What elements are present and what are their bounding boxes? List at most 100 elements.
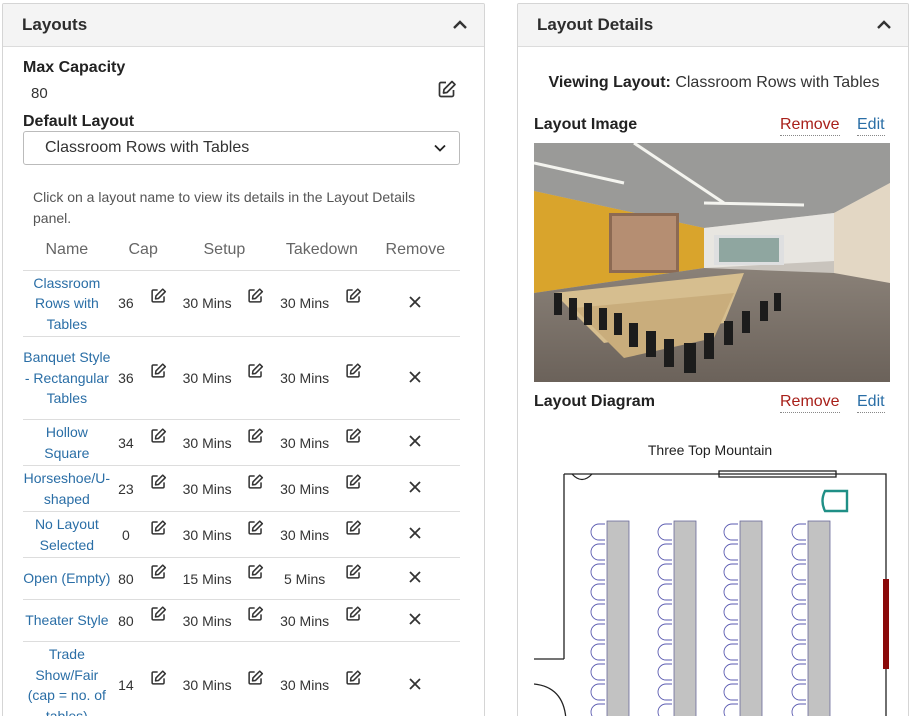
edit-setup-cell[interactable]	[238, 511, 274, 558]
diagram-table	[739, 520, 763, 716]
edit-icon[interactable]	[247, 287, 264, 304]
edit-cap-cell[interactable]	[141, 465, 176, 512]
diagram-chair	[791, 603, 806, 621]
layout-image-label: Layout Image	[534, 116, 638, 133]
max-capacity-value: 80	[31, 85, 48, 102]
edit-icon[interactable]	[247, 669, 264, 686]
edit-icon[interactable]	[247, 519, 264, 536]
default-layout-label: Default Layout	[23, 113, 135, 130]
edit-icon[interactable]	[345, 362, 362, 379]
layouts-panel-header[interactable]: Layouts	[3, 4, 484, 47]
layout-name-link[interactable]: Open (Empty)	[23, 557, 111, 600]
layout-name-link[interactable]: Theater Style	[23, 599, 111, 642]
remove-layout-cell[interactable]	[370, 599, 460, 642]
edit-setup-cell[interactable]	[238, 599, 274, 642]
edit-icon[interactable]	[150, 519, 167, 536]
remove-layout-cell[interactable]	[370, 336, 460, 420]
layout-cap: 0	[110, 511, 142, 558]
close-icon[interactable]	[408, 570, 422, 584]
edit-setup-cell[interactable]	[238, 270, 274, 337]
layout-details-header[interactable]: Layout Details	[518, 4, 908, 47]
chevron-up-icon[interactable]	[450, 15, 470, 35]
edit-takedown-cell[interactable]	[336, 641, 371, 716]
edit-icon[interactable]	[150, 362, 167, 379]
edit-setup-cell[interactable]	[238, 465, 274, 512]
edit-diagram-link[interactable]: Edit	[857, 393, 885, 413]
edit-icon[interactable]	[437, 79, 457, 99]
edit-image-link[interactable]: Edit	[857, 116, 885, 136]
edit-icon[interactable]	[345, 605, 362, 622]
diagram-table	[673, 520, 697, 716]
edit-icon[interactable]	[150, 473, 167, 490]
edit-cap-cell[interactable]	[141, 557, 176, 600]
edit-setup-cell[interactable]	[238, 641, 274, 716]
remove-layout-cell[interactable]	[370, 511, 460, 558]
layout-cap: 23	[110, 465, 142, 512]
edit-icon[interactable]	[345, 287, 362, 304]
edit-setup-cell[interactable]	[238, 419, 274, 466]
chevron-up-icon[interactable]	[874, 15, 894, 35]
edit-icon[interactable]	[345, 427, 362, 444]
edit-cap-cell[interactable]	[141, 511, 176, 558]
layout-name-link[interactable]: Banquet Style - Rectangular Tables	[23, 336, 111, 420]
edit-icon[interactable]	[150, 669, 167, 686]
edit-takedown-cell[interactable]	[336, 465, 371, 512]
remove-layout-cell[interactable]	[370, 557, 460, 600]
edit-icon[interactable]	[345, 669, 362, 686]
edit-takedown-cell[interactable]	[336, 557, 371, 600]
chevron-down-icon	[434, 144, 446, 152]
edit-icon[interactable]	[247, 563, 264, 580]
edit-icon[interactable]	[247, 473, 264, 490]
edit-icon[interactable]	[247, 427, 264, 444]
edit-cap-cell[interactable]	[141, 599, 176, 642]
edit-icon[interactable]	[247, 362, 264, 379]
layout-name-link[interactable]: Classroom Rows with Tables	[23, 270, 111, 337]
viewing-layout-value: Classroom Rows with Tables	[675, 74, 880, 91]
edit-setup-cell[interactable]	[238, 557, 274, 600]
close-icon[interactable]	[408, 434, 422, 448]
max-capacity-label: Max Capacity	[23, 59, 126, 76]
layout-details-title: Layout Details	[537, 15, 654, 34]
layout-name-link[interactable]: Horseshoe/U-shaped	[23, 465, 111, 512]
edit-icon[interactable]	[345, 473, 362, 490]
edit-takedown-cell[interactable]	[336, 599, 371, 642]
edit-takedown-cell[interactable]	[336, 336, 371, 420]
edit-cap-cell[interactable]	[141, 641, 176, 716]
layout-name-link[interactable]: No Layout Selected	[23, 511, 111, 558]
edit-cap-cell[interactable]	[141, 270, 176, 337]
diagram-chair	[657, 543, 672, 561]
edit-icon[interactable]	[247, 605, 264, 622]
edit-icon[interactable]	[150, 427, 167, 444]
layout-diagram-label: Layout Diagram	[534, 393, 655, 410]
edit-takedown-cell[interactable]	[336, 419, 371, 466]
edit-takedown-cell[interactable]	[336, 511, 371, 558]
close-icon[interactable]	[408, 612, 422, 626]
edit-cap-cell[interactable]	[141, 336, 176, 420]
close-icon[interactable]	[408, 677, 422, 691]
close-icon[interactable]	[408, 526, 422, 540]
edit-icon[interactable]	[150, 287, 167, 304]
remove-image-link[interactable]: Remove	[780, 116, 840, 136]
close-icon[interactable]	[408, 480, 422, 494]
table-row: No Layout Selected 0 30 Mins 30 Mins	[23, 511, 460, 558]
edit-icon[interactable]	[345, 519, 362, 536]
default-layout-select[interactable]: Classroom Rows with Tables	[23, 131, 460, 165]
edit-icon[interactable]	[345, 563, 362, 580]
edit-icon[interactable]	[150, 605, 167, 622]
remove-layout-cell[interactable]	[370, 270, 460, 337]
close-icon[interactable]	[408, 370, 422, 384]
edit-takedown-cell[interactable]	[336, 270, 371, 337]
layout-setup: 30 Mins	[175, 599, 239, 642]
edit-cap-cell[interactable]	[141, 419, 176, 466]
remove-layout-cell[interactable]	[370, 641, 460, 716]
layout-name-link[interactable]: Hollow Square	[23, 419, 111, 466]
close-icon[interactable]	[408, 295, 422, 309]
remove-layout-cell[interactable]	[370, 419, 460, 466]
column-header-remove: Remove	[370, 230, 460, 271]
layout-takedown: 30 Mins	[273, 511, 337, 558]
edit-icon[interactable]	[150, 563, 167, 580]
layout-name-link[interactable]: Trade Show/Fair (cap = no. of tables)	[23, 641, 111, 716]
remove-layout-cell[interactable]	[370, 465, 460, 512]
remove-diagram-link[interactable]: Remove	[780, 393, 840, 413]
edit-setup-cell[interactable]	[238, 336, 274, 420]
